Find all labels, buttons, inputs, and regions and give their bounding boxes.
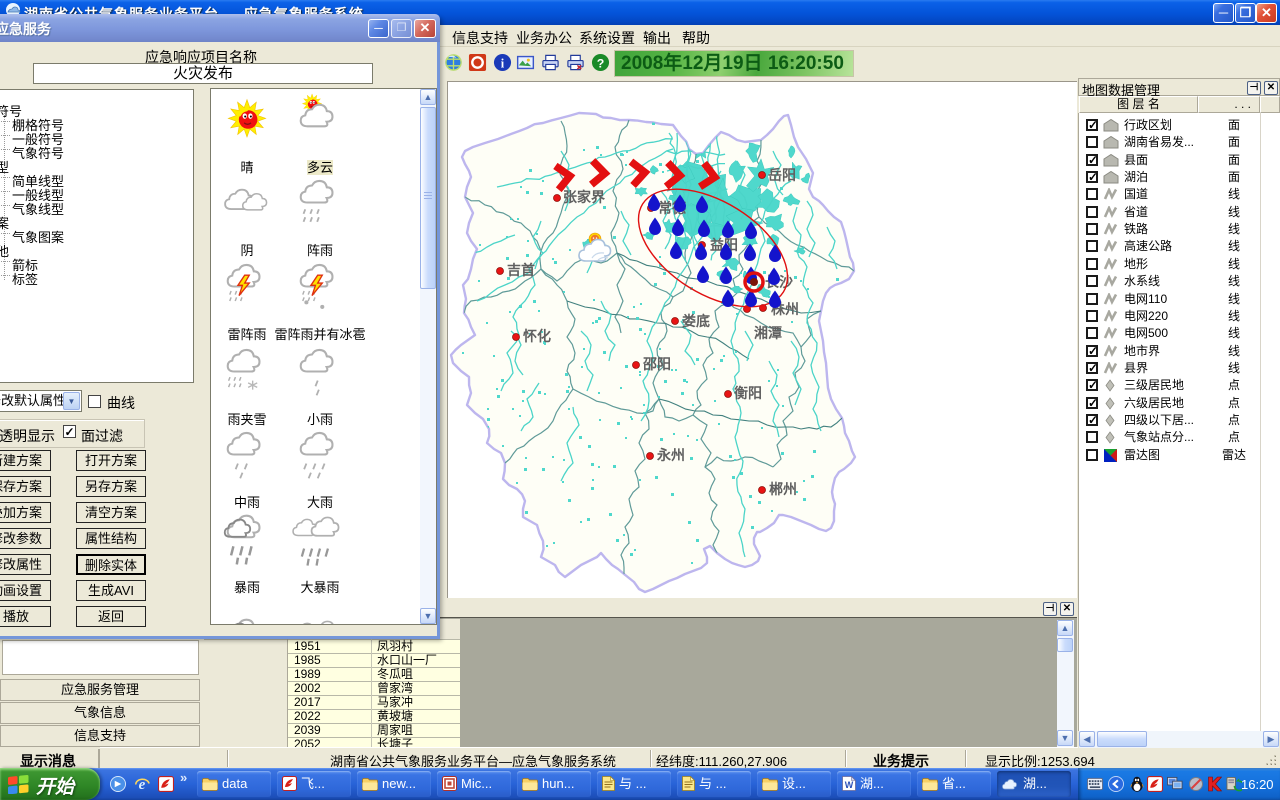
svg-text:怀化: 怀化 xyxy=(523,328,551,344)
svg-text:邵阳: 邵阳 xyxy=(642,356,671,372)
svg-text:衡阳: 衡阳 xyxy=(734,385,762,401)
svg-text:娄底: 娄底 xyxy=(682,313,710,329)
svg-text:湘潭: 湘潭 xyxy=(754,325,782,341)
svg-text:郴州: 郴州 xyxy=(769,481,797,497)
svg-text:张家界: 张家界 xyxy=(563,189,606,205)
svg-text:岳阳: 岳阳 xyxy=(768,167,796,183)
svg-text:?: ? xyxy=(597,56,605,70)
svg-text:W: W xyxy=(845,780,854,790)
svg-text:吉首: 吉首 xyxy=(507,262,535,278)
svg-text:永州: 永州 xyxy=(656,447,685,463)
svg-text:i: i xyxy=(501,56,505,70)
